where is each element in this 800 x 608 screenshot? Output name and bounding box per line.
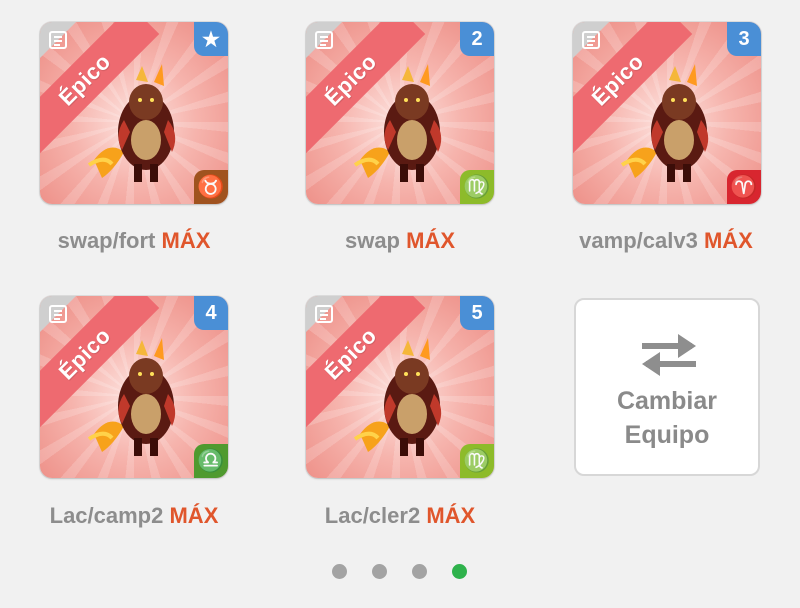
- virgo-icon: ♍: [460, 444, 494, 478]
- notes-icon: [315, 305, 333, 323]
- aries-icon: ♈: [727, 170, 761, 204]
- page-dot-4-active[interactable]: [452, 564, 467, 579]
- swap-arrows-icon: [642, 334, 696, 376]
- change-team-line-2: Equipo: [624, 421, 710, 449]
- monster-card-5[interactable]: Épico 5 ♍: [306, 296, 494, 478]
- monster-name-label: vamp/calv3 MÁX: [556, 228, 776, 254]
- monster-card-4[interactable]: Épico 4 ♎: [40, 296, 228, 478]
- monster-name: swap/fort: [57, 228, 156, 253]
- virgo-icon: ♍: [460, 170, 494, 204]
- monster-card-2[interactable]: Épico 2 ♍: [306, 22, 494, 204]
- max-level-label: MÁX: [169, 503, 219, 528]
- monster-name-label: Lac/camp2 MÁX: [24, 503, 244, 529]
- page-dot-1[interactable]: [332, 564, 347, 579]
- max-level-label: MÁX: [703, 228, 753, 253]
- monster-name: vamp/calv3: [579, 228, 698, 253]
- taurus-icon: ♉: [194, 170, 228, 204]
- team-slot-number-badge: 4: [194, 296, 228, 330]
- libra-icon: ♎: [194, 444, 228, 478]
- monster-name-label: swap MÁX: [290, 228, 510, 254]
- team-slot-number-badge: 2: [460, 22, 494, 56]
- monster-name-label: swap/fort MÁX: [24, 228, 244, 254]
- page-dot-2[interactable]: [372, 564, 387, 579]
- page-dot-3[interactable]: [412, 564, 427, 579]
- monster-card-3[interactable]: Épico 3 ♈: [573, 22, 761, 204]
- monster-name-label: Lac/cler2 MÁX: [290, 503, 510, 529]
- monster-name: Lac/camp2: [49, 503, 164, 528]
- change-team-line-1: Cambiar: [616, 387, 718, 415]
- max-level-label: MÁX: [406, 228, 456, 253]
- monster-name: swap: [344, 228, 400, 253]
- notes-icon: [49, 31, 67, 49]
- pagination-dots: [330, 564, 470, 580]
- max-level-label: MÁX: [161, 228, 211, 253]
- team-slot-number-badge: 5: [460, 296, 494, 330]
- change-team-label: Cambiar Equipo: [576, 384, 758, 452]
- notes-icon: [49, 305, 67, 323]
- monster-name: Lac/cler2: [324, 503, 421, 528]
- team-leader-star-badge: ★: [194, 22, 228, 56]
- notes-icon: [582, 31, 600, 49]
- team-slot-number-badge: 3: [727, 22, 761, 56]
- notes-icon: [315, 31, 333, 49]
- change-team-button[interactable]: Cambiar Equipo: [574, 298, 760, 476]
- max-level-label: MÁX: [426, 503, 476, 528]
- monster-card-1[interactable]: Épico ★ ♉: [40, 22, 228, 204]
